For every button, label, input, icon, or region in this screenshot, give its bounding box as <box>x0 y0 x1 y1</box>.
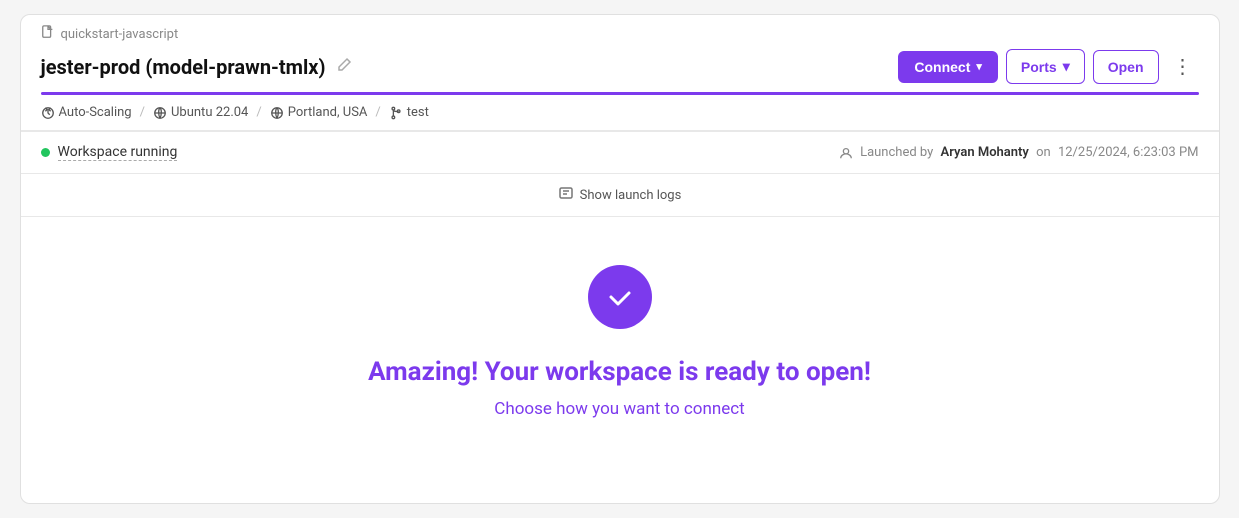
breadcrumb-row: quickstart-javascript <box>41 25 1199 43</box>
launched-by-user: Aryan Mohanty <box>941 145 1029 160</box>
edit-icon[interactable] <box>336 57 352 77</box>
more-menu-button[interactable]: ⋮ <box>1167 50 1199 83</box>
workspace-card: quickstart-javascript jester-prod (model… <box>20 14 1220 504</box>
meta-os: Ubuntu 22.04 <box>153 105 248 120</box>
success-icon <box>588 265 652 329</box>
file-icon <box>41 25 55 43</box>
ports-button[interactable]: Ports ▾ <box>1006 49 1085 84</box>
os-label: Ubuntu 22.04 <box>171 105 248 120</box>
sep1: / <box>140 105 145 120</box>
ready-title: Amazing! Your workspace is ready to open… <box>368 357 871 387</box>
title-left: jester-prod (model-prawn-tmlx) <box>41 55 352 79</box>
status-left: Workspace running <box>41 144 178 161</box>
launch-timestamp: 12/25/2024, 6:23:03 PM <box>1058 145 1199 160</box>
title-actions: Connect ▾ Ports ▾ Open ⋮ <box>898 49 1198 84</box>
logs-icon <box>558 185 574 205</box>
scaling-label: Auto-Scaling <box>59 105 132 120</box>
open-button[interactable]: Open <box>1093 50 1159 84</box>
top-bar: quickstart-javascript jester-prod (model… <box>21 15 1219 131</box>
title-row: jester-prod (model-prawn-tmlx) Connect ▾… <box>41 49 1199 84</box>
ready-subtitle: Choose how you want to connect <box>494 399 744 419</box>
launch-logs-label: Show launch logs <box>580 188 682 203</box>
status-row: Workspace running Launched by Aryan Moha… <box>21 131 1219 174</box>
main-content: Amazing! Your workspace is ready to open… <box>21 217 1219 459</box>
status-indicator <box>41 148 50 157</box>
meta-scaling: Auto-Scaling <box>41 105 132 120</box>
launched-by-label: Launched by <box>860 145 933 160</box>
branch-label: test <box>407 105 429 120</box>
meta-region: Portland, USA <box>270 105 368 120</box>
breadcrumb-label: quickstart-javascript <box>61 27 179 42</box>
sep3: / <box>375 105 380 120</box>
sep2: / <box>256 105 261 120</box>
launch-logs-row[interactable]: Show launch logs <box>21 174 1219 217</box>
region-label: Portland, USA <box>288 105 368 120</box>
connect-button[interactable]: Connect ▾ <box>898 51 998 83</box>
meta-row: Auto-Scaling / Ubuntu 22.04 / Portland, … <box>41 95 1199 130</box>
connect-chevron-icon: ▾ <box>976 60 982 73</box>
launch-logs-link: Show launch logs <box>558 185 682 205</box>
status-text: Workspace running <box>58 144 178 161</box>
status-right: Launched by Aryan Mohanty on 12/25/2024,… <box>839 145 1199 160</box>
meta-branch: test <box>389 105 429 120</box>
ports-chevron-icon: ▾ <box>1063 58 1070 75</box>
workspace-title: jester-prod (model-prawn-tmlx) <box>41 55 326 79</box>
on-label: on <box>1036 145 1051 160</box>
